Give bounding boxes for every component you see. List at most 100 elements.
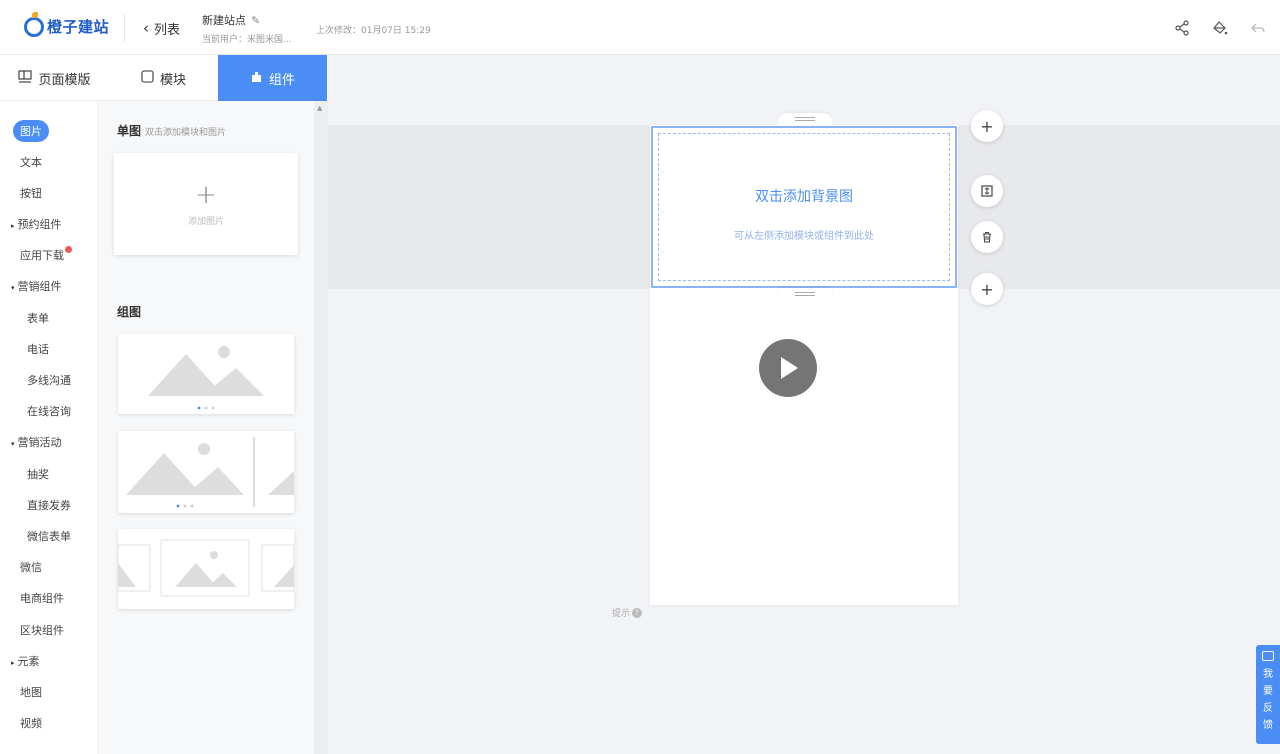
question-icon: ? (632, 607, 643, 618)
component-icon (250, 70, 263, 86)
category-label: 按钮 (20, 187, 42, 200)
category-label: 视频 (20, 717, 42, 730)
tab-module[interactable]: 模块 (109, 55, 218, 101)
add-section-above-button[interactable]: + (971, 110, 1003, 142)
caret-down-icon: ▾ (11, 284, 15, 292)
header-actions (1172, 18, 1268, 38)
category-label: 抽奖 (27, 468, 49, 481)
category-marketing-activity[interactable]: ▾ 营销活动 (11, 434, 62, 450)
feedback-char: 要 (1263, 686, 1273, 697)
feedback-button[interactable]: 我 要 反 馈 (1256, 645, 1280, 744)
category-image[interactable]: 图片 (13, 120, 49, 142)
category-label: 表单 (27, 312, 49, 325)
chevron-left-icon: ‹ (143, 19, 149, 37)
component-category-list: 图片 文本 按钮 ▸ 预约组件 应用下载 ▾ 营销组件 表单 电话 多线沟通 在线咨… (0, 101, 98, 754)
feedback-char: 反 (1263, 703, 1273, 714)
top-bar: 橙子建站 ‹ 列表 新建站点 ✎ 当前用户：米图米国... 上次修改：01月07… (0, 0, 1280, 55)
category-label: 微信 (20, 561, 42, 574)
section-title-text: 组图 (117, 305, 142, 319)
left-panel-tabs: 页面模版 模块 组件 (0, 55, 328, 101)
site-name-text: 新建站点 (202, 14, 246, 27)
feedback-char: 馈 (1263, 720, 1273, 731)
background-image-block[interactable]: 双击添加背景图 可从左侧添加模块或组件到此处 (651, 126, 957, 288)
play-video-button[interactable] (759, 339, 817, 397)
category-label: 直接发券 (27, 499, 71, 512)
category-label: 地图 (20, 686, 42, 699)
plus-icon: + (980, 279, 994, 299)
category-wechat[interactable]: 微信 (20, 559, 42, 575)
caret-right-icon: ▸ (11, 222, 15, 230)
logo-text: 橙子建站 (47, 18, 110, 36)
category-map[interactable]: 地图 (20, 684, 42, 700)
section-drag-handle-top[interactable] (778, 113, 832, 125)
site-name[interactable]: 新建站点 ✎ (202, 12, 260, 28)
template-icon (18, 69, 33, 87)
back-to-list-button[interactable]: ‹ 列表 (143, 19, 181, 39)
category-app-download[interactable]: 应用下载 (20, 246, 72, 263)
feedback-char: 我 (1263, 669, 1273, 680)
category-button[interactable]: 按钮 (20, 185, 42, 201)
category-marketing[interactable]: ▾ 营销组件 (11, 278, 62, 294)
caret-right-icon: ▸ (11, 659, 15, 667)
gallery-carousel-card[interactable] (118, 334, 294, 414)
gallery-slide-card[interactable] (118, 431, 294, 513)
category-label: 区块组件 (20, 624, 64, 637)
category-label: 文本 (20, 156, 42, 169)
feedback-chat-icon (1262, 651, 1274, 661)
category-block[interactable]: 区块组件 (20, 622, 64, 638)
category-label: 预约组件 (17, 218, 62, 231)
category-label: 元素 (17, 655, 40, 668)
category-ecommerce[interactable]: 电商组件 (20, 590, 64, 606)
undo-icon[interactable] (1248, 18, 1268, 38)
add-image-card[interactable]: + 添加图片 (114, 153, 298, 255)
delete-section-button[interactable] (971, 221, 1003, 253)
tab-component[interactable]: 组件 (218, 55, 327, 101)
paint-bucket-icon[interactable] (1210, 18, 1230, 38)
help-text: 提示 (612, 609, 631, 619)
last-modified: 上次修改：01月07日 15:29 (316, 26, 431, 36)
category-label: 营销组件 (17, 280, 62, 293)
category-lottery[interactable]: 抽奖 (27, 466, 49, 482)
panel-scrollbar[interactable]: ▲ (314, 101, 328, 754)
section-title-text: 单图 (117, 124, 142, 138)
category-form[interactable]: 表单 (27, 310, 49, 326)
category-label: 微信表单 (27, 530, 71, 543)
category-text[interactable]: 文本 (20, 154, 42, 170)
category-booking[interactable]: ▸ 预约组件 (11, 216, 62, 232)
category-wechat-form[interactable]: 微信表单 (27, 528, 71, 544)
edit-pencil-icon[interactable]: ✎ (251, 14, 260, 27)
category-coupon[interactable]: 直接发券 (27, 497, 71, 513)
current-user: 当前用户：米图米国... (202, 35, 292, 45)
category-label: 在线咨询 (27, 405, 71, 418)
add-section-below-button[interactable]: + (971, 273, 1003, 305)
drag-lines-icon (795, 117, 815, 121)
tab-label: 模块 (159, 72, 186, 88)
category-label: 多线沟通 (27, 374, 71, 387)
category-online-consult[interactable]: 在线咨询 (27, 403, 71, 419)
header-divider (124, 14, 125, 42)
category-element[interactable]: ▸ 元素 (11, 653, 40, 669)
section-hint: 双击添加模块和图片 (145, 128, 227, 138)
tab-page-template[interactable]: 页面模版 (0, 55, 109, 101)
add-background-title: 双击添加背景图 (755, 189, 853, 205)
category-multiline[interactable]: 多线沟通 (27, 372, 71, 388)
canvas-help[interactable]: 提示 ? (612, 606, 643, 619)
back-label: 列表 (154, 23, 181, 38)
category-label: 应用下载 (20, 249, 64, 262)
caret-down-icon: ▾ (11, 440, 15, 448)
scroll-up-icon[interactable]: ▲ (317, 104, 322, 112)
category-phone[interactable]: 电话 (27, 341, 49, 357)
section-height-button[interactable] (971, 175, 1003, 207)
component-panel: 单图 双击添加模块和图片 + 添加图片 组图 (98, 101, 314, 754)
category-label: 电商组件 (20, 592, 64, 605)
category-video[interactable]: 视频 (20, 715, 42, 731)
share-icon[interactable] (1172, 18, 1192, 38)
category-label: 图片 (20, 125, 42, 138)
drop-zone (658, 133, 950, 281)
image-group-title: 组图 (117, 303, 141, 320)
resize-height-icon (981, 185, 993, 197)
gallery-coverflow-card[interactable] (117, 529, 295, 609)
add-image-label: 添加图片 (187, 216, 224, 227)
section-drag-handle-bottom[interactable] (778, 288, 832, 300)
logo[interactable]: 橙子建站 (24, 11, 110, 37)
